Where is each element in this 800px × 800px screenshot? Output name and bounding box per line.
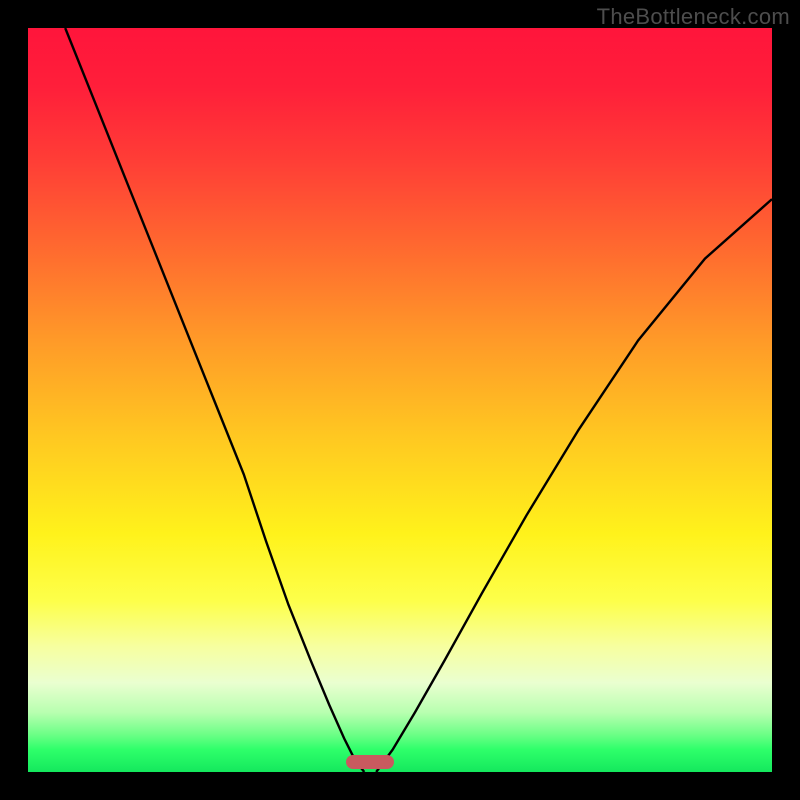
outer-frame: TheBottleneck.com bbox=[0, 0, 800, 800]
watermark-text: TheBottleneck.com bbox=[597, 4, 790, 30]
curve-right-branch bbox=[376, 199, 772, 772]
optimum-marker bbox=[346, 755, 394, 769]
bottleneck-curve bbox=[28, 28, 772, 772]
curve-left-branch bbox=[65, 28, 364, 772]
